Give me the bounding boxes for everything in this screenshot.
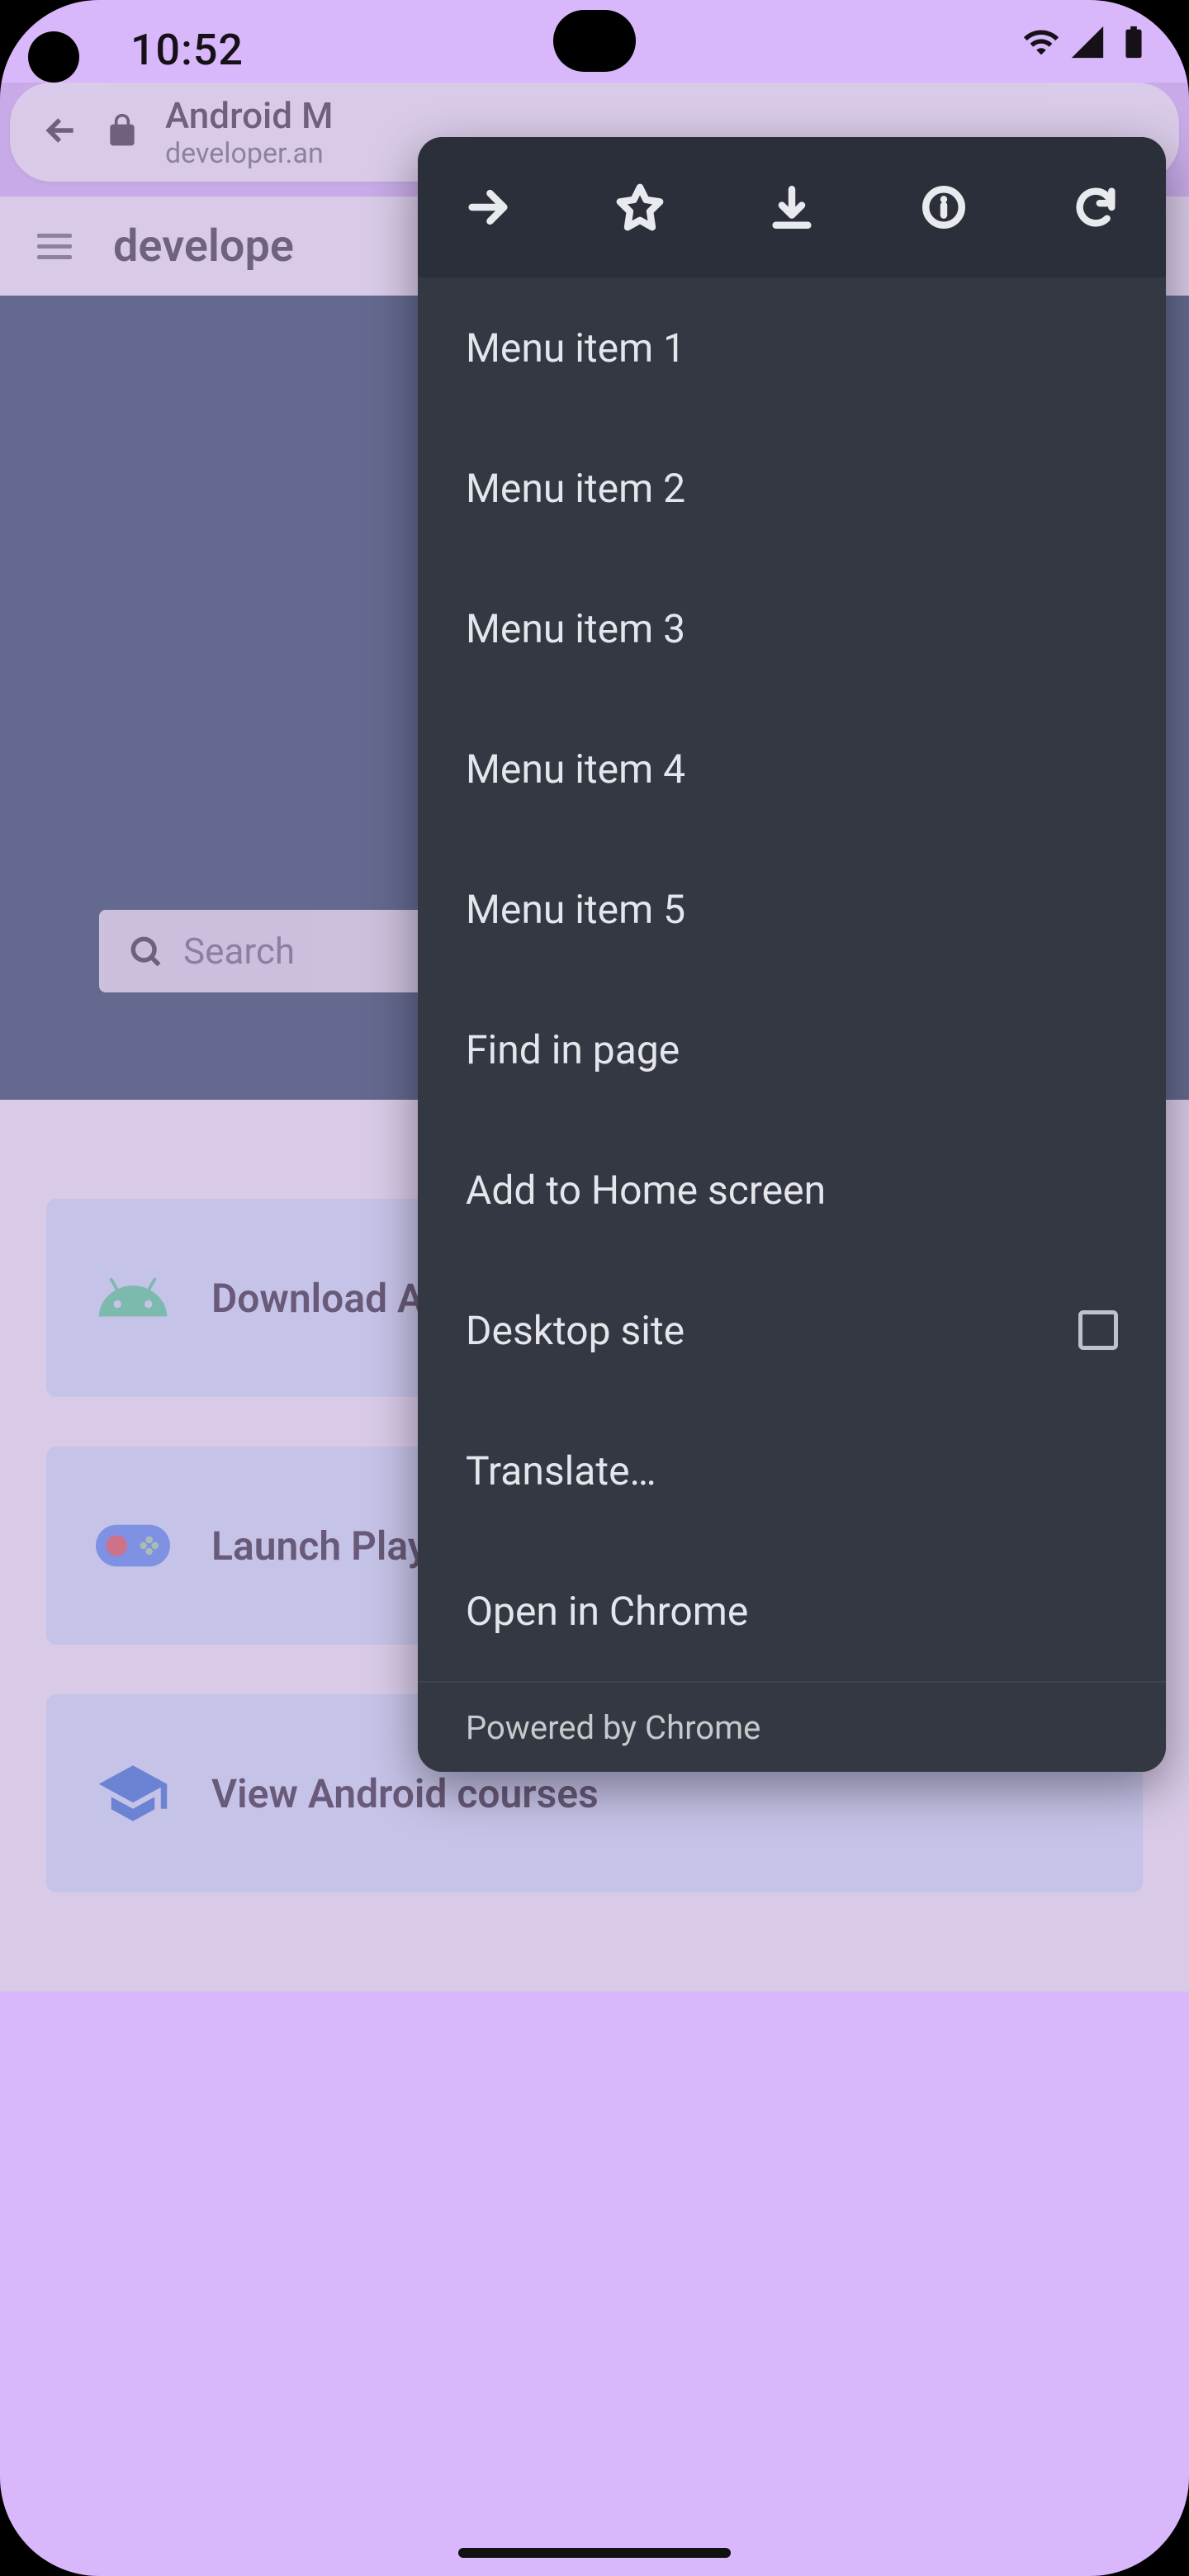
cellular-icon [1068,23,1106,61]
menu-item-label: Open in Chrome [466,1588,748,1635]
wifi-icon [1022,23,1060,61]
menu-item-label: Menu item 1 [466,324,685,372]
bookmark-button[interactable] [606,173,674,241]
menu-footer-text: Powered by Chrome [466,1708,760,1747]
menu-item-4[interactable]: Menu item 4 [418,698,1166,839]
status-bar: 10:52 [0,0,1189,83]
overflow-menu: Menu item 1 Menu item 2 Menu item 3 Menu… [418,137,1166,1772]
download-button[interactable] [758,173,826,241]
menu-item-2[interactable]: Menu item 2 [418,418,1166,558]
device-frame: 10:52 Android M developer.an develope [0,0,1189,2576]
forward-button[interactable] [454,173,522,241]
menu-translate[interactable]: Translate… [418,1400,1166,1541]
menu-item-label: Menu item 3 [466,605,685,652]
menu-item-label: Find in page [466,1026,680,1073]
camera-cutout [553,10,636,72]
menu-item-label: Translate… [466,1447,656,1494]
page-info-button[interactable] [910,173,978,241]
menu-item-label: Menu item 2 [466,465,685,512]
menu-item-1[interactable]: Menu item 1 [418,277,1166,418]
menu-icon-row [418,137,1166,277]
reload-button[interactable] [1062,173,1130,241]
menu-item-label: Desktop site [466,1307,685,1354]
profile-avatar [28,31,79,83]
status-icons [1022,23,1153,61]
menu-open-chrome[interactable]: Open in Chrome [418,1541,1166,1681]
menu-item-label: Add to Home screen [466,1167,826,1214]
menu-item-5[interactable]: Menu item 5 [418,839,1166,979]
menu-desktop-site[interactable]: Desktop site [418,1260,1166,1400]
battery-icon [1115,23,1153,61]
reload-icon [1072,183,1120,231]
download-icon [768,183,816,231]
status-clock: 10:52 [130,25,244,75]
menu-find-in-page[interactable]: Find in page [418,979,1166,1120]
info-icon [920,183,968,231]
star-icon [616,183,664,231]
menu-item-3[interactable]: Menu item 3 [418,558,1166,698]
arrow-forward-icon [464,183,512,231]
menu-add-home[interactable]: Add to Home screen [418,1120,1166,1260]
menu-footer: Powered by Chrome [418,1681,1166,1772]
menu-item-label: Menu item 5 [466,886,685,933]
desktop-checkbox[interactable] [1078,1310,1118,1350]
gesture-bar [458,2548,731,2558]
menu-item-label: Menu item 4 [466,746,685,793]
